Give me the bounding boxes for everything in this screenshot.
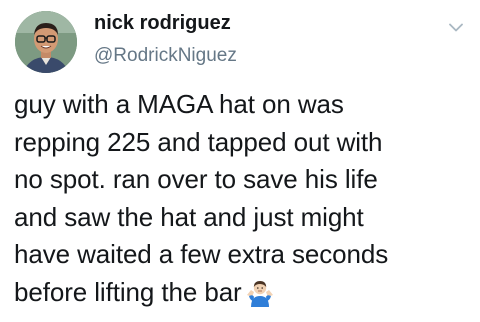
author-display-name[interactable]: nick rodriguez	[94, 11, 231, 35]
tweet-menu-button[interactable]	[445, 16, 467, 38]
tweet-text-content: guy with a MAGA hat on was repping 225 a…	[14, 89, 389, 307]
person-shrugging-emoji	[245, 277, 275, 307]
tweet-text: guy with a MAGA hat on was repping 225 a…	[14, 86, 470, 311]
avatar-image	[15, 11, 77, 73]
author-handle[interactable]: @RodrickNiguez	[94, 44, 237, 68]
avatar[interactable]	[15, 11, 77, 73]
chevron-down-icon	[449, 23, 463, 31]
tweet-card: nick rodriguez @RodrickNiguez guy with a…	[0, 0, 480, 322]
